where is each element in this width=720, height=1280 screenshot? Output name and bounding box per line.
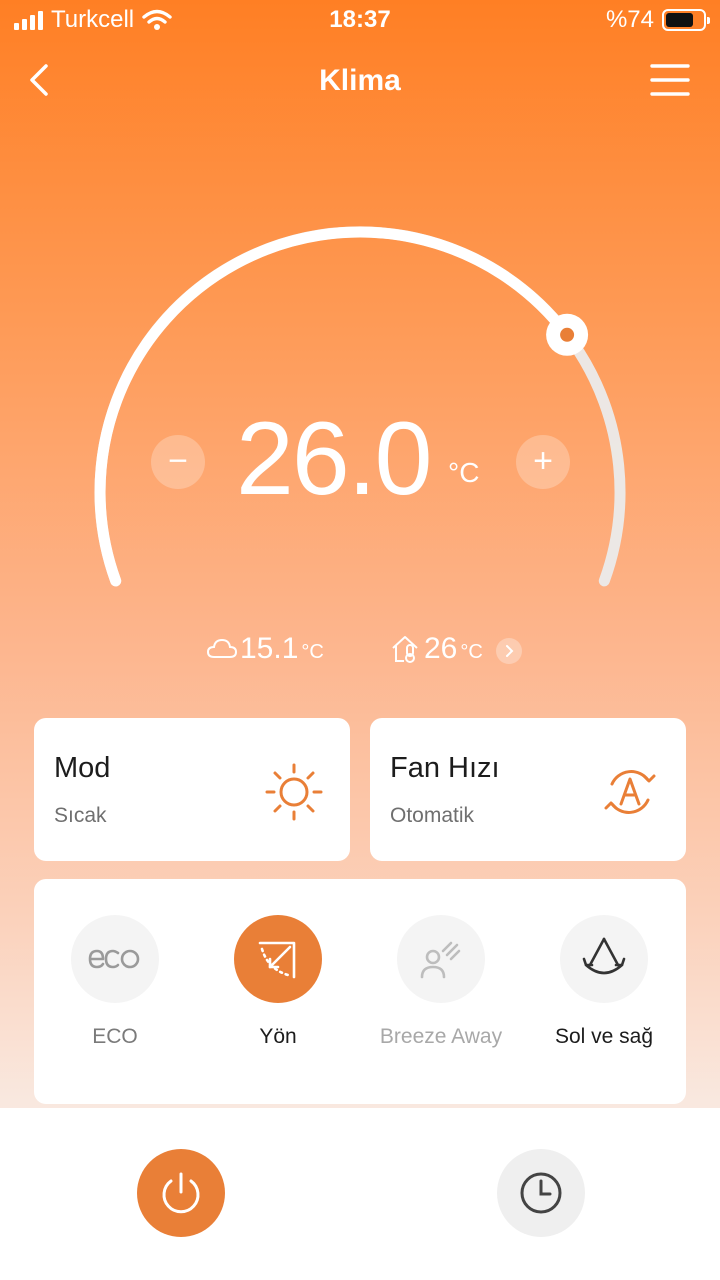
power-icon bbox=[162, 1172, 200, 1214]
option-swing-left-right[interactable]: Sol ve sağ bbox=[534, 915, 674, 1050]
timer-button[interactable] bbox=[497, 1149, 585, 1237]
temperature-unit: °C bbox=[448, 457, 480, 488]
option-swing-circle bbox=[560, 915, 648, 1003]
option-breeze-circle bbox=[397, 915, 485, 1003]
fan-card-value: Otomatik bbox=[390, 804, 475, 827]
indoor-temperature[interactable]: 26 °C bbox=[390, 632, 483, 666]
decrease-temperature-button[interactable]: − bbox=[151, 435, 205, 489]
option-eco-circle bbox=[71, 915, 159, 1003]
outdoor-temperature-unit: °C bbox=[301, 641, 324, 663]
outdoor-temperature: 15.1 °C bbox=[206, 632, 324, 666]
option-direction[interactable]: Yön bbox=[208, 915, 348, 1050]
dial-knob-dot bbox=[560, 327, 575, 342]
auto-fan-icon bbox=[604, 770, 656, 814]
mode-card[interactable]: Mod Sıcak bbox=[34, 718, 350, 861]
eco-icon bbox=[88, 949, 140, 969]
mode-card-title: Mod bbox=[54, 752, 111, 784]
fan-card-title: Fan Hızı bbox=[390, 752, 500, 784]
temperature-dial: − 26.0 °C + bbox=[0, 0, 720, 700]
target-temperature: 26.0 bbox=[236, 401, 432, 517]
power-button[interactable] bbox=[137, 1149, 225, 1237]
indoor-temperature-unit: °C bbox=[460, 641, 483, 663]
options-card: ECO Yön Breeze Away Sol ve sağ bbox=[34, 879, 686, 1104]
option-direction-circle bbox=[234, 915, 322, 1003]
bottom-bar bbox=[0, 1108, 720, 1280]
readings-row: 15.1 °C 26 °C bbox=[0, 628, 720, 674]
chevron-right-icon bbox=[506, 645, 514, 657]
outdoor-temperature-value: 15.1 bbox=[240, 632, 299, 665]
mode-card-value: Sıcak bbox=[54, 804, 107, 827]
indoor-temperature-value: 26 bbox=[424, 632, 458, 665]
sun-icon bbox=[265, 763, 323, 821]
swing-left-right-icon bbox=[582, 937, 626, 975]
option-breeze-away[interactable]: Breeze Away bbox=[371, 915, 511, 1050]
increase-temperature-button[interactable]: + bbox=[516, 435, 570, 489]
option-breeze-label: Breeze Away bbox=[379, 1025, 503, 1048]
direction-icon bbox=[258, 941, 296, 979]
breeze-away-icon bbox=[420, 941, 461, 979]
option-eco-label: ECO bbox=[92, 1025, 138, 1048]
cloud-icon bbox=[206, 638, 238, 658]
dial-svg bbox=[94, 226, 626, 587]
home-thermometer-icon bbox=[392, 636, 418, 663]
clock-icon bbox=[520, 1172, 562, 1214]
indoor-details-button[interactable] bbox=[496, 638, 522, 664]
option-swing-label: Sol ve sağ bbox=[554, 1025, 654, 1048]
fan-speed-card[interactable]: Fan Hızı Otomatik bbox=[370, 718, 686, 861]
option-eco[interactable]: ECO bbox=[45, 915, 185, 1050]
option-direction-label: Yön bbox=[259, 1025, 297, 1048]
